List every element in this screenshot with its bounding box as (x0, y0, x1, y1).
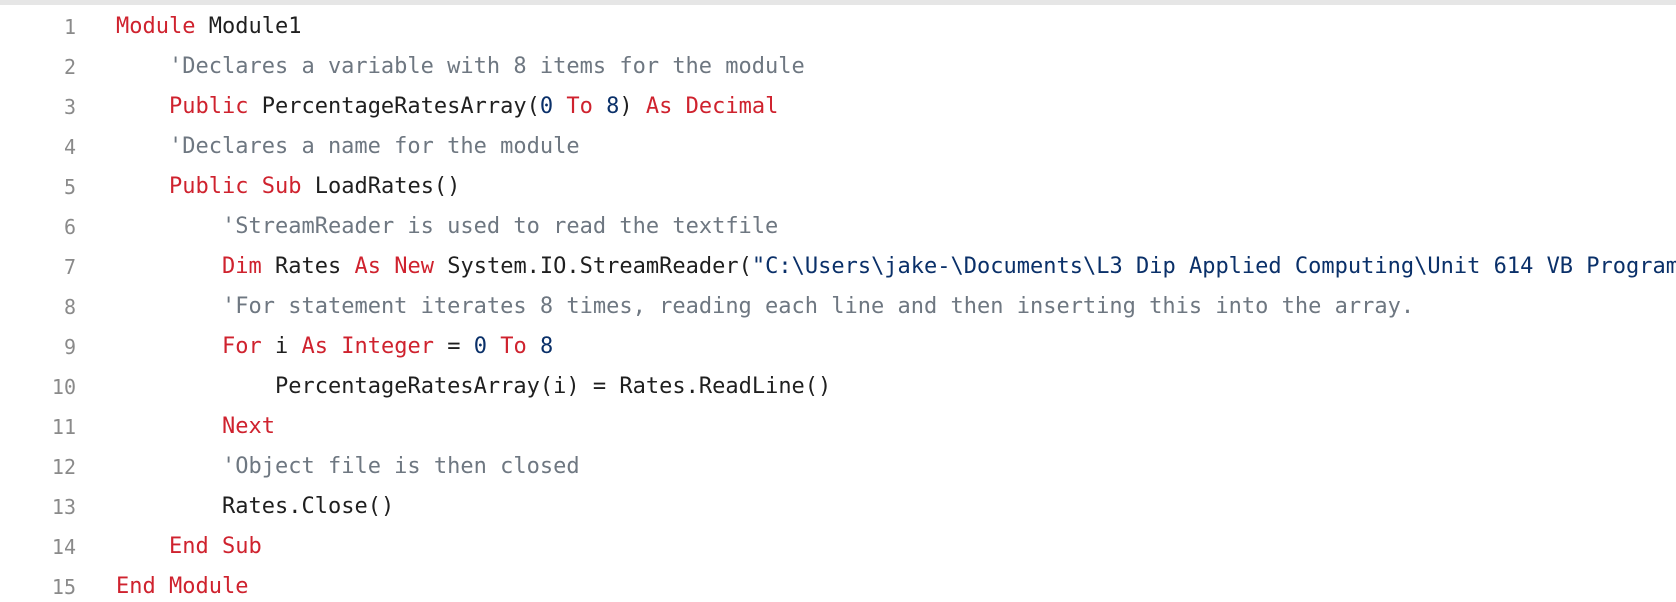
identifier-token (672, 94, 685, 119)
identifier-token (156, 574, 169, 599)
line-number: 15 (51, 575, 76, 599)
line-number: 10 (51, 375, 76, 399)
code-line: 12 'Object file is then closed (0, 447, 1676, 487)
line-code: Next (222, 407, 275, 447)
keyword-token: Next (222, 414, 275, 439)
identifier-token: Rates (261, 254, 355, 279)
line-number: 8 (63, 295, 76, 319)
code-line: 15 End Module (0, 567, 1676, 602)
identifier-token: System.IO.StreamReader( (433, 254, 752, 279)
line-number: 6 (63, 215, 76, 239)
line-number: 12 (51, 455, 76, 479)
line-code: Public Sub LoadRates() (169, 167, 460, 207)
identifier-token: i (261, 334, 302, 359)
keyword-token: To (500, 334, 527, 359)
code-line: 8 'For statement iterates 8 times, readin… (0, 287, 1676, 327)
keyword-token: Integer (341, 334, 434, 359)
line-code: Module Module1 (116, 7, 301, 47)
code-line: 7 Dim Rates As New System.IO.StreamReader… (0, 247, 1676, 287)
line-number: 14 (51, 535, 76, 559)
keyword-token: Module (116, 14, 196, 39)
line-code: 'For statement iterates 8 times, reading… (222, 287, 1414, 327)
comment-token: 'StreamReader is used to read the textfi… (222, 214, 779, 239)
keyword-token: New (394, 254, 434, 279)
identifier-token: Module1 (195, 14, 302, 39)
identifier-token (248, 174, 261, 199)
comment-token: 'Declares a variable with 8 items for th… (169, 54, 805, 79)
keyword-token: As (645, 94, 673, 119)
identifier-token: Rates.Close() (222, 494, 395, 519)
line-number: 11 (51, 415, 76, 439)
top-border (0, 0, 1676, 5)
line-code: 'Object file is then closed (222, 447, 580, 487)
line-code: Rates.Close() (222, 487, 394, 527)
code-line: 13 Rates.Close() (0, 487, 1676, 527)
code-line: 4 'Declares a name for the module (0, 127, 1676, 167)
identifier-token: ) (619, 94, 646, 119)
keyword-token: Sub (261, 174, 302, 199)
identifier-token (381, 254, 394, 279)
comment-token: 'Object file is then closed (222, 454, 580, 479)
code-line: 6 'StreamReader is used to read the textf… (0, 207, 1676, 247)
identifier-token (209, 534, 222, 559)
keyword-token: End (169, 534, 209, 559)
keyword-token: As (301, 334, 329, 359)
line-number: 1 (63, 15, 76, 39)
keyword-token: As (354, 254, 381, 279)
line-code: End Sub (169, 527, 262, 567)
identifier-token: = (433, 334, 474, 359)
identifier-token (593, 94, 606, 119)
line-number: 2 (63, 55, 76, 79)
comment-token: 'Declares a name for the module (169, 134, 580, 159)
line-number: 4 (63, 135, 76, 159)
code-line: 11 Next (0, 407, 1676, 447)
comment-token: 'For statement iterates 8 times, reading… (222, 294, 1415, 319)
code-line: 14 End Sub (0, 527, 1676, 567)
line-number: 7 (63, 255, 76, 279)
code-line: 9 For i As Integer = 0 To 8 (0, 327, 1676, 367)
identifier-token (328, 334, 341, 359)
line-code: PercentageRatesArray(i) = Rates.ReadLine… (275, 367, 831, 407)
keyword-token: Module (169, 574, 249, 599)
line-code: 'StreamReader is used to read the textfi… (222, 207, 778, 247)
keyword-token: Public (169, 94, 249, 119)
identifier-token: PercentageRatesArray(i) = Rates.ReadLine… (275, 374, 832, 399)
line-number: 3 (63, 95, 76, 119)
line-code: Public PercentageRatesArray(0 To 8) As D… (169, 87, 778, 127)
code-line: 2 'Declares a variable with 8 items for t… (0, 47, 1676, 87)
number-token: 8 (606, 94, 620, 119)
keyword-token: End (116, 574, 156, 599)
identifier-token (553, 94, 566, 119)
keyword-token: Decimal (685, 94, 779, 119)
identifier-token (487, 334, 500, 359)
code-line: 1 Module Module1 (0, 7, 1676, 47)
line-code: Dim Rates As New System.IO.StreamReader(… (222, 247, 1676, 287)
code-view[interactable]: 1 Module Module1 2 'Declares a variable wit… (0, 7, 1676, 602)
string-token: "C:\Users\jake-\Documents\L3 Dip Applied… (751, 254, 1676, 279)
line-number: 13 (51, 495, 76, 519)
line-number: 9 (63, 335, 76, 359)
code-line: 5 Public Sub LoadRates() (0, 167, 1676, 207)
number-token: 0 (539, 94, 554, 119)
line-code: 'Declares a variable with 8 items for th… (169, 47, 805, 87)
code-line: 10 PercentageRatesArray(i) = Rates.ReadLi… (0, 367, 1676, 407)
keyword-token: For (222, 334, 262, 359)
keyword-token: To (566, 94, 593, 119)
keyword-token: Dim (222, 254, 262, 279)
number-token: 8 (539, 334, 554, 359)
line-code: For i As Integer = 0 To 8 (222, 327, 553, 367)
number-token: 0 (473, 334, 487, 359)
line-code: 'Declares a name for the module (169, 127, 580, 167)
identifier-token: PercentageRatesArray( (248, 94, 540, 119)
code-line: 3 Public PercentageRatesArray(0 To 8) As … (0, 87, 1676, 127)
keyword-token: Sub (222, 534, 262, 559)
line-number: 5 (63, 175, 76, 199)
keyword-token: Public (169, 174, 249, 199)
line-code: End Module (116, 567, 248, 602)
identifier-token: LoadRates() (301, 174, 461, 199)
identifier-token (527, 334, 540, 359)
